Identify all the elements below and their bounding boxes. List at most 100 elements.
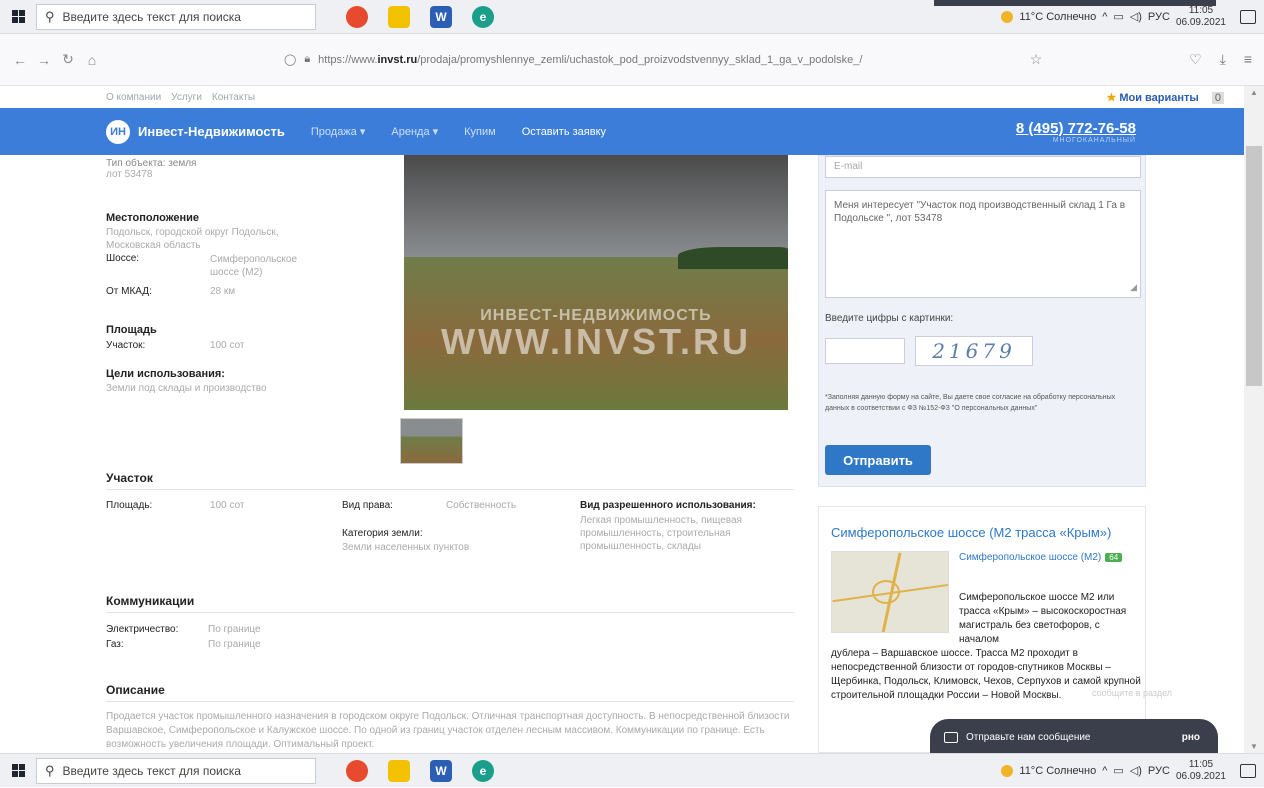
clock-time: 11:05 [1188, 4, 1214, 16]
plot-area-value: 100 сот [210, 500, 245, 511]
windows-logo-icon [11, 764, 25, 777]
highway-map-image[interactable] [831, 551, 949, 633]
highway-description-top: Симферопольское шоссе М2 или трасса «Кры… [959, 592, 1127, 645]
submit-button[interactable]: Отправить [825, 445, 931, 475]
language-indicator[interactable]: РУС [1148, 765, 1170, 777]
pocket-icon[interactable]: ♡ [1189, 51, 1202, 68]
plot-label: Участок: [106, 340, 146, 351]
nav-leave-request[interactable]: Оставить заявку [522, 126, 606, 138]
message-field[interactable]: Меня интересует "Участок под производств… [825, 190, 1141, 298]
highway-link[interactable]: Симферопольское шоссе (М2) 64 [959, 551, 1135, 564]
nav-buy[interactable]: Купим [464, 126, 496, 138]
edge-icon[interactable]: e [472, 759, 494, 782]
scroll-down-icon[interactable]: ▼ [1244, 742, 1264, 751]
scroll-up-icon[interactable]: ▲ [1244, 88, 1264, 97]
gas-value: По границе [208, 639, 261, 650]
photo-thumbnail[interactable] [400, 418, 463, 464]
site-logo[interactable]: ИН [106, 119, 130, 144]
home-icon[interactable]: ⌂ [80, 52, 104, 68]
photo-watermark: ИНВЕСТ-НЕДВИЖИМОСТЬ WWW.INVST.RU [410, 307, 782, 363]
utilities-title: Коммуникации [106, 594, 195, 608]
location-title: Местоположение [106, 212, 200, 224]
area-title: Площадь [106, 324, 157, 336]
bookmark-star-icon[interactable]: ☆ [1024, 51, 1048, 68]
language-indicator[interactable]: РУС [1148, 11, 1170, 23]
windows-start-button[interactable] [0, 0, 36, 34]
float-hint-text: сообщите в раздел [1092, 688, 1173, 698]
menu-icon[interactable]: ≡ [1244, 51, 1252, 68]
taskbar-search-placeholder: Введите здесь текст для поиска [62, 763, 241, 778]
scrollbar-thumb[interactable] [1246, 146, 1262, 386]
firefox-icon[interactable] [346, 759, 368, 782]
notifications-icon[interactable] [1240, 763, 1256, 778]
phone-subtitle: МНОГОКАНАЛЬНЫЙ [1052, 136, 1136, 144]
windows-logo-icon [11, 10, 25, 23]
top-link-about[interactable]: О компании [106, 92, 161, 103]
network-icon[interactable]: ▭ [1113, 10, 1123, 23]
photo-sky [404, 155, 788, 257]
object-type: Тип объекта: земля [106, 158, 197, 169]
tray-chevron-icon[interactable]: ^ [1102, 11, 1107, 23]
favorites-label: Мои варианты [1119, 91, 1199, 104]
forward-icon[interactable]: → [32, 52, 56, 68]
weather-text[interactable]: 11°C Солнечно [1019, 765, 1096, 777]
edge-icon[interactable]: e [472, 5, 494, 28]
file-explorer-icon[interactable] [388, 759, 410, 782]
reload-icon[interactable]: ↻ [56, 51, 80, 68]
favorites-link[interactable]: ★ Мои варианты 0 [1106, 91, 1234, 104]
highway-value[interactable]: Симферопольское шоссе (М2) [210, 253, 310, 279]
electricity-label: Электричество: [106, 624, 179, 635]
brand-name[interactable]: Инвест-Недвижимость [138, 124, 285, 139]
url-bar[interactable]: ◯ 🔒︎ https://www.invst.ru/prodaja/promys… [284, 53, 984, 66]
windows-taskbar-bottom: ⚲ Введите здесь текст для поиска W e 11°… [0, 753, 1264, 787]
volume-icon[interactable]: ◁) [1130, 764, 1142, 777]
resize-grip-icon[interactable]: ◢ [1130, 281, 1137, 294]
gas-label: Газ: [106, 639, 124, 650]
taskbar-search-box[interactable]: ⚲ Введите здесь текст для поиска [36, 757, 316, 784]
mkad-label: От МКАД: [106, 286, 152, 297]
email-field[interactable]: E-mail [825, 156, 1141, 178]
volume-icon[interactable]: ◁) [1130, 10, 1142, 23]
top-link-contacts[interactable]: Контакты [212, 92, 255, 103]
taskbar-clock[interactable]: 11:05 06.09.2021 [1176, 759, 1226, 783]
word-icon[interactable]: W [430, 759, 452, 782]
download-icon[interactable]: ⤓ [1220, 51, 1226, 68]
file-explorer-icon[interactable] [388, 5, 410, 28]
highway-card: Симферопольское шоссе (М2 трасса «Крым»)… [818, 506, 1146, 753]
firefox-icon[interactable] [346, 5, 368, 28]
favorites-count: 0 [1211, 91, 1224, 104]
network-icon[interactable]: ▭ [1113, 764, 1123, 777]
captcha-image: 21679 [915, 336, 1033, 366]
main-photo[interactable]: ИНВЕСТ-НЕДВИЖИМОСТЬ WWW.INVST.RU [404, 155, 788, 410]
back-icon[interactable]: ← [8, 52, 32, 68]
clock-date: 06.09.2021 [1175, 770, 1226, 782]
url-path: /prodaja/promyshlennye_zemli/uchastok_po… [417, 53, 863, 66]
clock-time: 11:05 [1188, 758, 1214, 770]
captcha-input[interactable] [825, 338, 905, 364]
chat-label: Отправьте нам сообщение [966, 731, 1091, 743]
nav-rent[interactable]: Аренда ▾ [391, 125, 438, 138]
nav-sale[interactable]: Продажа ▾ [311, 125, 366, 138]
plot-value: 100 сот [210, 340, 245, 351]
message-text: Меня интересует "Участок под производств… [834, 200, 1126, 224]
phone-number[interactable]: 8 (495) 772-76-58 [1016, 120, 1136, 137]
right-type-label: Вид права: [342, 500, 393, 511]
word-icon[interactable]: W [430, 5, 452, 28]
mkad-value: 28 км [210, 286, 236, 297]
highway-card-title[interactable]: Симферопольское шоссе (М2 трасса «Крым») [831, 525, 1111, 540]
notifications-icon[interactable] [1240, 9, 1256, 24]
page-scrollbar[interactable]: ▲ ▼ [1244, 86, 1264, 753]
search-icon: ⚲ [45, 8, 55, 24]
taskbar-clock[interactable]: 11:05 06.09.2021 [1176, 5, 1226, 29]
description-title: Описание [106, 683, 165, 697]
tray-chevron-icon[interactable]: ^ [1102, 765, 1107, 777]
plot-section-title: Участок [106, 471, 153, 485]
description-text: Продается участок промышленного назначен… [106, 711, 790, 750]
top-link-services[interactable]: Услуги [171, 92, 202, 103]
weather-text[interactable]: 11°C Солнечно [1019, 11, 1096, 23]
taskbar-search-box[interactable]: ⚲ Введите здесь текст для поиска [36, 3, 316, 30]
chat-widget[interactable]: Отправьте нам сообщение рно [930, 719, 1218, 755]
windows-start-button[interactable] [0, 754, 36, 788]
site-navbar: ИН Инвест-Недвижимость Продажа ▾ Аренда … [0, 108, 1244, 155]
right-type-value: Собственность [446, 500, 517, 511]
